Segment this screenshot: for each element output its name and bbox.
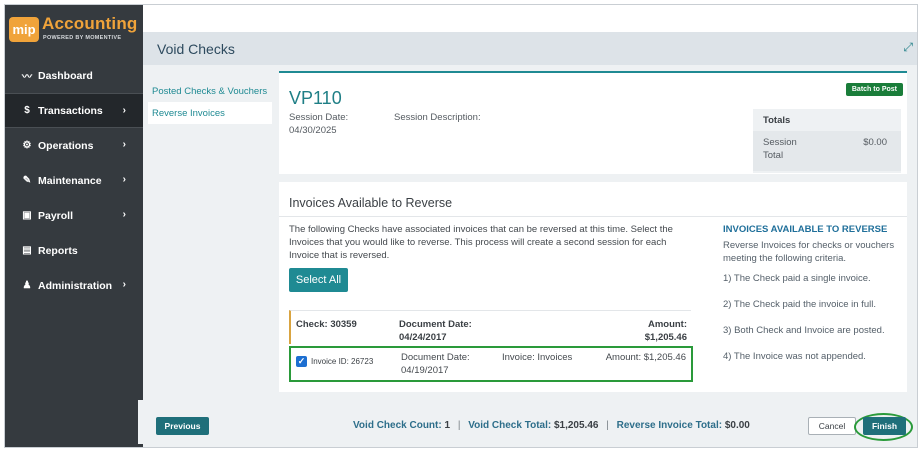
expand-icon[interactable]: ⤢ bbox=[903, 40, 913, 55]
sidebar-item-transactions[interactable]: $ Transactions › bbox=[5, 93, 143, 128]
subnav-item-reverse-invoices[interactable]: Reverse Invoices bbox=[148, 102, 272, 124]
session-date-value: 04/30/2025 bbox=[289, 125, 337, 136]
invoice-type: Invoice: Invoices bbox=[502, 352, 573, 363]
sidebar-item-dashboard[interactable]: 〰 Dashboard bbox=[5, 58, 143, 93]
wrench-icon: ✎ bbox=[22, 175, 32, 186]
chevron-right-icon: › bbox=[122, 105, 126, 116]
invoice-doc-date-label: Document Date: bbox=[401, 352, 470, 363]
page-header: Void Checks ⤢ bbox=[143, 32, 917, 65]
invoices-title: Invoices Available to Reverse bbox=[289, 196, 453, 210]
check-doc-date-value: 04/24/2017 bbox=[399, 332, 447, 343]
invoices-panel: Invoices Available to Reverse The follow… bbox=[279, 182, 907, 392]
void-total-value: $1,205.46 bbox=[553, 420, 599, 431]
chevron-right-icon: › bbox=[122, 209, 126, 220]
sidebar-item-label: Maintenance bbox=[38, 174, 102, 187]
session-total-value: $0.00 bbox=[863, 137, 887, 148]
top-bar bbox=[143, 5, 917, 32]
cancel-button[interactable]: Cancel bbox=[808, 417, 856, 435]
sidebar-item-payroll[interactable]: ▣ Payroll › bbox=[5, 198, 143, 233]
cogs-icon: ⚙ bbox=[22, 140, 32, 151]
check-doc-date-label: Document Date: bbox=[399, 319, 472, 330]
session-total-label-line2: Total bbox=[763, 150, 784, 161]
divider bbox=[279, 216, 907, 217]
separator: | bbox=[606, 420, 609, 431]
invoice-id: Invoice ID: 26723 bbox=[311, 357, 374, 366]
sidebar-item-label: Operations bbox=[38, 139, 94, 152]
void-total-label: Void Check Total: bbox=[468, 420, 552, 431]
sidebar-item-label: Payroll bbox=[38, 209, 74, 222]
totals-box: Totals Session Total $0.00 bbox=[753, 109, 901, 173]
sidebar-item-label: Dashboard bbox=[38, 69, 93, 82]
sidebar-item-maintenance[interactable]: ✎ Maintenance › bbox=[5, 163, 143, 198]
logo-subtitle: POWERED BY MOMENTIVE bbox=[43, 35, 122, 41]
invoice-doc-date-value: 04/19/2017 bbox=[401, 365, 449, 376]
subnav-item-posted-checks[interactable]: Posted Checks & Vouchers bbox=[148, 80, 272, 102]
separator: | bbox=[457, 420, 461, 431]
void-count-value: 1 bbox=[444, 420, 451, 431]
session-total-label-line1: Session bbox=[763, 137, 797, 148]
sidebar-item-administration[interactable]: ♟ Administration › bbox=[5, 268, 143, 303]
invoice-checkbox[interactable]: ✓ bbox=[296, 356, 307, 367]
void-count-label: Void Check Count: bbox=[353, 420, 442, 431]
session-panel: VP110 Session Date: 04/30/2025 Session D… bbox=[279, 71, 907, 174]
sub-nav: Posted Checks & Vouchers Reverse Invoice… bbox=[148, 80, 272, 124]
chart-line-icon: 〰 bbox=[22, 72, 32, 83]
criteria-item: 2) The Check paid the invoice in full. bbox=[723, 299, 876, 310]
batch-to-post-button[interactable]: Batch to Post bbox=[845, 83, 903, 96]
logo-title: Accounting bbox=[42, 14, 138, 33]
previous-button[interactable]: Previous bbox=[156, 417, 209, 435]
reverse-total-value: $0.00 bbox=[724, 420, 750, 431]
check-header: Check: 30359 Document Date: 04/24/2017 A… bbox=[289, 310, 691, 344]
sidebar-item-reports[interactable]: ▤ Reports bbox=[5, 233, 143, 268]
footer-summary: Void Check Count: 1 | Void Check Total: … bbox=[353, 420, 750, 431]
check-amount-value: $1,205.46 bbox=[644, 332, 687, 343]
criteria-intro: Reverse Invoices for checks or vouchers … bbox=[723, 240, 895, 264]
sidebar-item-operations[interactable]: ⚙ Operations › bbox=[5, 128, 143, 163]
sidebar-item-label: Reports bbox=[38, 244, 78, 257]
criteria-title: INVOICES AVAILABLE TO REVERSE bbox=[723, 224, 888, 235]
dollar-icon: $ bbox=[24, 105, 30, 116]
select-all-button[interactable]: Select All bbox=[289, 268, 348, 292]
criteria-item: 1) The Check paid a single invoice. bbox=[723, 273, 871, 284]
users-icon: ♟ bbox=[22, 280, 32, 291]
session-id: VP110 bbox=[289, 88, 342, 108]
criteria-item: 4) The Invoice was not appended. bbox=[723, 351, 866, 362]
invoice-amount: Amount: $1,205.46 bbox=[605, 352, 686, 363]
file-icon: ▤ bbox=[22, 245, 32, 256]
chevron-right-icon: › bbox=[122, 139, 126, 150]
check-number: Check: 30359 bbox=[296, 319, 357, 330]
totals-header: Totals bbox=[763, 115, 791, 126]
logo-badge: mip bbox=[9, 17, 39, 42]
reverse-total-label: Reverse Invoice Total: bbox=[616, 420, 723, 431]
page-title: Void Checks bbox=[157, 41, 235, 57]
finish-button[interactable]: Finish bbox=[863, 417, 906, 435]
session-description-label: Session Description: bbox=[394, 112, 481, 123]
totals-row: Session Total $0.00 bbox=[753, 131, 901, 171]
sidebar-item-label: Transactions bbox=[38, 104, 103, 117]
invoice-row[interactable]: ✓ Invoice ID: 26723 Document Date: 04/19… bbox=[289, 346, 693, 382]
chevron-right-icon: › bbox=[122, 174, 126, 185]
sidebar-item-label: Administration bbox=[38, 279, 113, 292]
check-amount-label: Amount: bbox=[647, 319, 687, 330]
footer-bar: Previous Void Check Count: 1 | Void Chec… bbox=[138, 400, 914, 444]
session-date-label: Session Date: bbox=[289, 112, 349, 123]
criteria-item: 3) Both Check and Invoice are posted. bbox=[723, 325, 885, 336]
criteria-panel: INVOICES AVAILABLE TO REVERSE Reverse In… bbox=[723, 224, 903, 377]
app-logo[interactable]: mip Accounting POWERED BY MOMENTIVE bbox=[9, 14, 139, 44]
sidebar: mip Accounting POWERED BY MOMENTIVE 〰 Da… bbox=[5, 5, 143, 447]
chevron-right-icon: › bbox=[122, 279, 126, 290]
invoices-description: The following Checks have associated inv… bbox=[289, 224, 673, 261]
money-icon: ▣ bbox=[22, 210, 32, 221]
